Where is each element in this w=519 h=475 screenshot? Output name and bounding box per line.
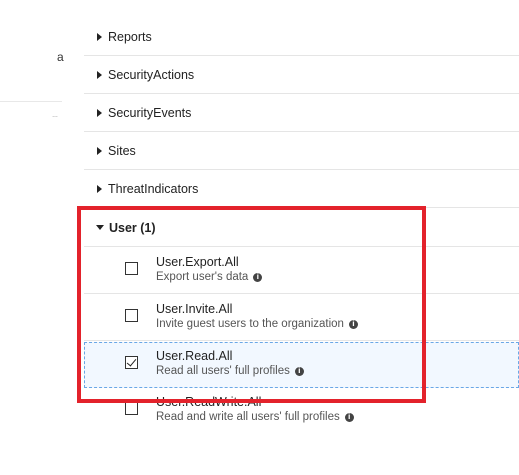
group-user[interactable]: User (1) — [84, 209, 519, 247]
group-label: User (1) — [109, 220, 156, 235]
permission-description: Invite guest users to the organization i — [156, 317, 358, 332]
permission-row-user-export-all[interactable]: User.Export.All Export user's data i — [84, 248, 519, 294]
permission-text: User.Read.All Read all users' full profi… — [156, 349, 304, 379]
permission-name: User.Invite.All — [156, 302, 233, 316]
info-icon[interactable]: i — [294, 367, 304, 376]
permission-description-text: Read and write all users' full profiles — [156, 411, 340, 423]
expand-triangle-icon — [97, 184, 102, 193]
permission-description: Read all users' full profiles i — [156, 364, 304, 379]
group-label: SecurityEvents — [108, 105, 192, 120]
group-label: SecurityActions — [108, 67, 195, 82]
truncated-left-text: a — [57, 50, 64, 64]
collapse-triangle-icon — [96, 225, 104, 230]
group-security-events[interactable]: SecurityEvents — [84, 94, 519, 132]
group-reports[interactable]: Reports — [84, 18, 519, 56]
expand-triangle-icon — [97, 146, 102, 155]
left-panel: a … — [0, 0, 64, 475]
permission-checkbox[interactable] — [125, 402, 138, 415]
permission-checkbox[interactable] — [125, 262, 138, 275]
permission-name: User.ReadWrite.All — [156, 395, 262, 409]
permission-name: User.Read.All — [156, 349, 233, 363]
permission-list: Reports SecurityActions SecurityEvents S… — [84, 18, 519, 475]
permission-checkbox[interactable] — [125, 309, 138, 322]
expand-triangle-icon — [97, 32, 102, 41]
info-icon[interactable]: i — [344, 413, 354, 422]
group-sites[interactable]: Sites — [84, 132, 519, 170]
permission-text: User.ReadWrite.All Read and write all us… — [156, 395, 354, 425]
permission-description-text: Invite guest users to the organization — [156, 318, 344, 330]
group-label: Reports — [108, 29, 152, 44]
group-label: Sites — [108, 143, 136, 158]
permission-name: User.Export.All — [156, 255, 239, 269]
checkmark-icon — [126, 356, 137, 367]
permission-description: Export user's data i — [156, 270, 263, 285]
permission-description-text: Read all users' full profiles — [156, 365, 290, 377]
group-label: ThreatIndicators — [108, 181, 199, 196]
group-security-actions[interactable]: SecurityActions — [84, 56, 519, 94]
expand-triangle-icon — [97, 70, 102, 79]
permission-text: User.Invite.All Invite guest users to th… — [156, 302, 358, 332]
permission-row-user-invite-all[interactable]: User.Invite.All Invite guest users to th… — [84, 295, 519, 341]
group-threat-indicators[interactable]: ThreatIndicators — [84, 170, 519, 208]
permission-checkbox-checked[interactable] — [125, 356, 138, 369]
permission-text: User.Export.All Export user's data i — [156, 255, 263, 285]
permissions-page: a … Reports SecurityActions SecurityEven… — [0, 0, 519, 475]
truncated-left-small: … — [52, 113, 58, 119]
info-icon[interactable]: i — [348, 320, 358, 329]
info-icon[interactable]: i — [253, 273, 263, 282]
permission-row-user-read-all[interactable]: User.Read.All Read all users' full profi… — [84, 342, 519, 388]
permission-description: Read and write all users' full profiles … — [156, 410, 354, 425]
permission-row-user-readwrite-all[interactable]: User.ReadWrite.All Read and write all us… — [84, 388, 519, 434]
permission-description-text: Export user's data — [156, 271, 249, 283]
left-divider — [0, 101, 62, 102]
expand-triangle-icon — [97, 108, 102, 117]
